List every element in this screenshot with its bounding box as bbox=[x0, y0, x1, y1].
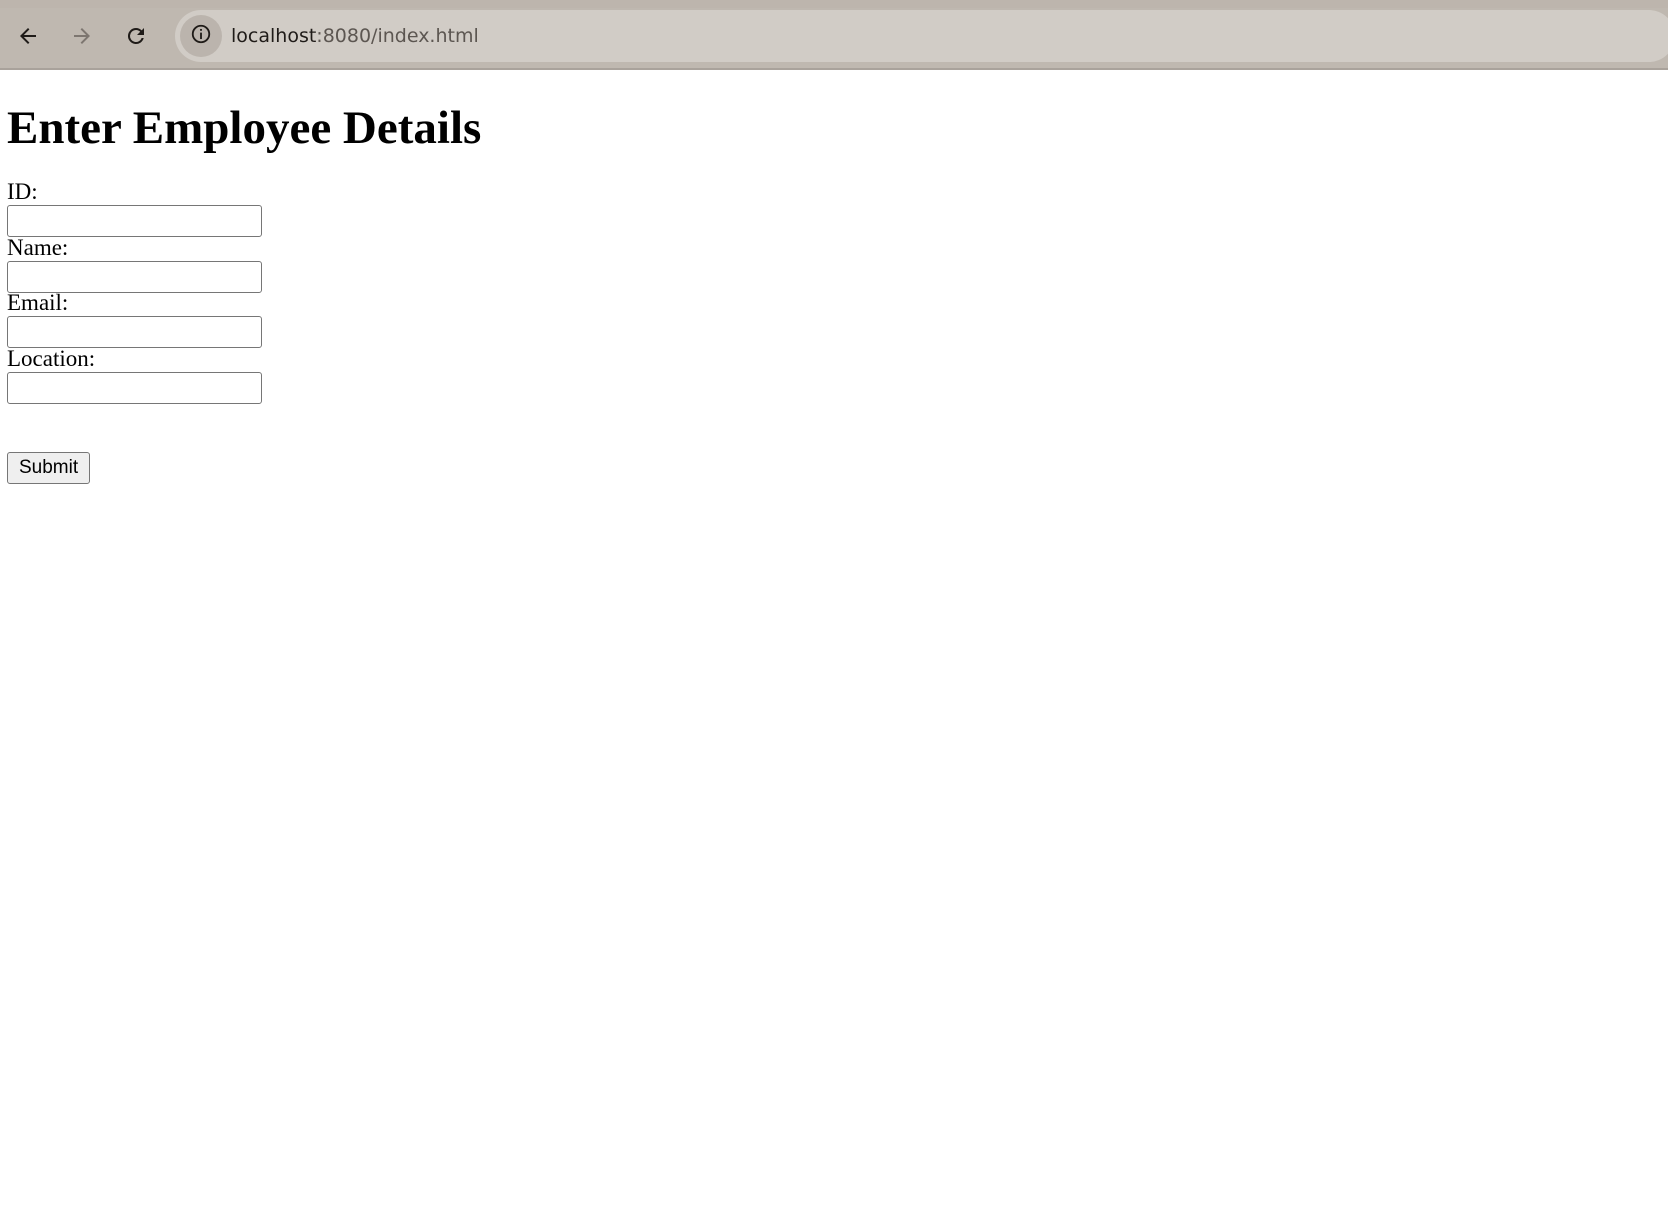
info-icon bbox=[190, 23, 212, 50]
id-input[interactable] bbox=[7, 205, 262, 237]
page-content: Enter Employee Details ID: Name: Email: … bbox=[0, 70, 1668, 1209]
arrow-left-icon bbox=[16, 24, 40, 53]
url-text[interactable]: localhost:8080/index.html bbox=[231, 23, 479, 49]
browser-toolbar: localhost:8080/index.html bbox=[0, 8, 1668, 68]
reload-button[interactable] bbox=[118, 20, 154, 56]
url-host: localhost bbox=[231, 25, 317, 47]
location-input[interactable] bbox=[7, 372, 262, 404]
browser-chrome: localhost:8080/index.html bbox=[0, 0, 1668, 70]
email-label: Email: bbox=[7, 290, 69, 315]
forward-button[interactable] bbox=[64, 20, 100, 56]
reload-icon bbox=[124, 24, 148, 53]
id-label: ID: bbox=[7, 179, 38, 204]
email-input[interactable] bbox=[7, 316, 262, 348]
back-button[interactable] bbox=[10, 20, 46, 56]
page-title: Enter Employee Details bbox=[7, 102, 482, 154]
url-path: :8080/index.html bbox=[316, 25, 479, 47]
name-input[interactable] bbox=[7, 261, 262, 293]
site-info-button[interactable] bbox=[180, 15, 222, 57]
name-label: Name: bbox=[7, 235, 69, 260]
address-bar[interactable]: localhost:8080/index.html bbox=[175, 10, 1668, 62]
submit-button[interactable]: Submit bbox=[7, 452, 91, 484]
arrow-right-icon bbox=[70, 24, 94, 53]
location-label: Location: bbox=[7, 346, 96, 371]
